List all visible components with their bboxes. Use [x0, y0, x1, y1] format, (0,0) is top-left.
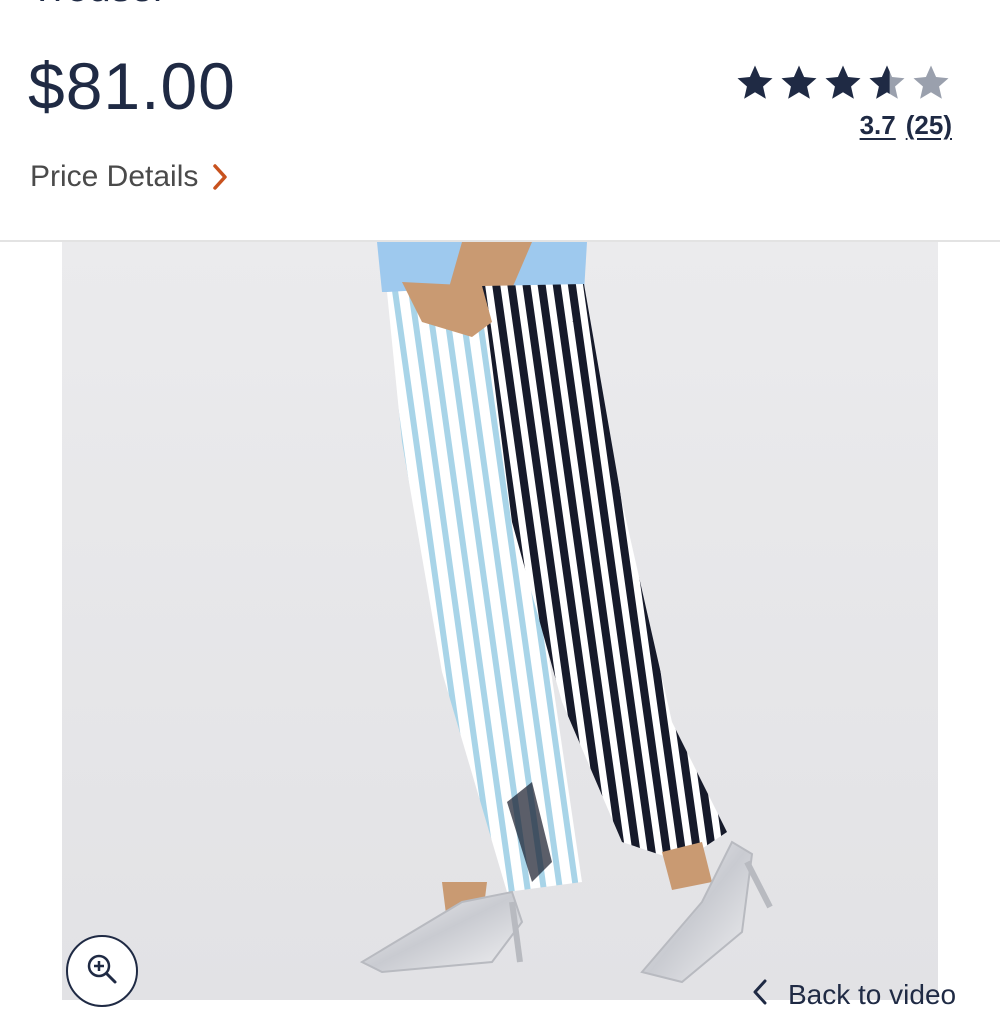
rating-stars	[734, 62, 952, 104]
zoom-in-icon	[84, 951, 120, 992]
star-empty-icon	[910, 62, 952, 104]
chevron-left-icon	[752, 978, 768, 1011]
product-photo	[62, 242, 938, 1000]
price-details-label: Price Details	[30, 160, 199, 193]
rating-summary[interactable]: 3.7 (25)	[860, 110, 952, 141]
star-icon	[822, 62, 864, 104]
product-price: $81.00	[28, 49, 236, 123]
star-icon	[778, 62, 820, 104]
star-icon	[734, 62, 776, 104]
zoom-button[interactable]	[66, 935, 138, 1007]
back-to-video-link[interactable]: Back to video	[752, 978, 956, 1011]
star-half-icon	[866, 62, 908, 104]
product-rating[interactable]: 3.7 (25)	[732, 62, 952, 141]
rating-value[interactable]: 3.7	[860, 110, 896, 141]
rating-count[interactable]: (25)	[906, 110, 952, 141]
back-to-video-label: Back to video	[788, 978, 957, 1010]
product-image[interactable]	[62, 242, 938, 1000]
product-title: Trouser	[30, 0, 166, 11]
chevron-right-icon	[212, 163, 228, 191]
price-details-link[interactable]: Price Details	[30, 160, 228, 194]
